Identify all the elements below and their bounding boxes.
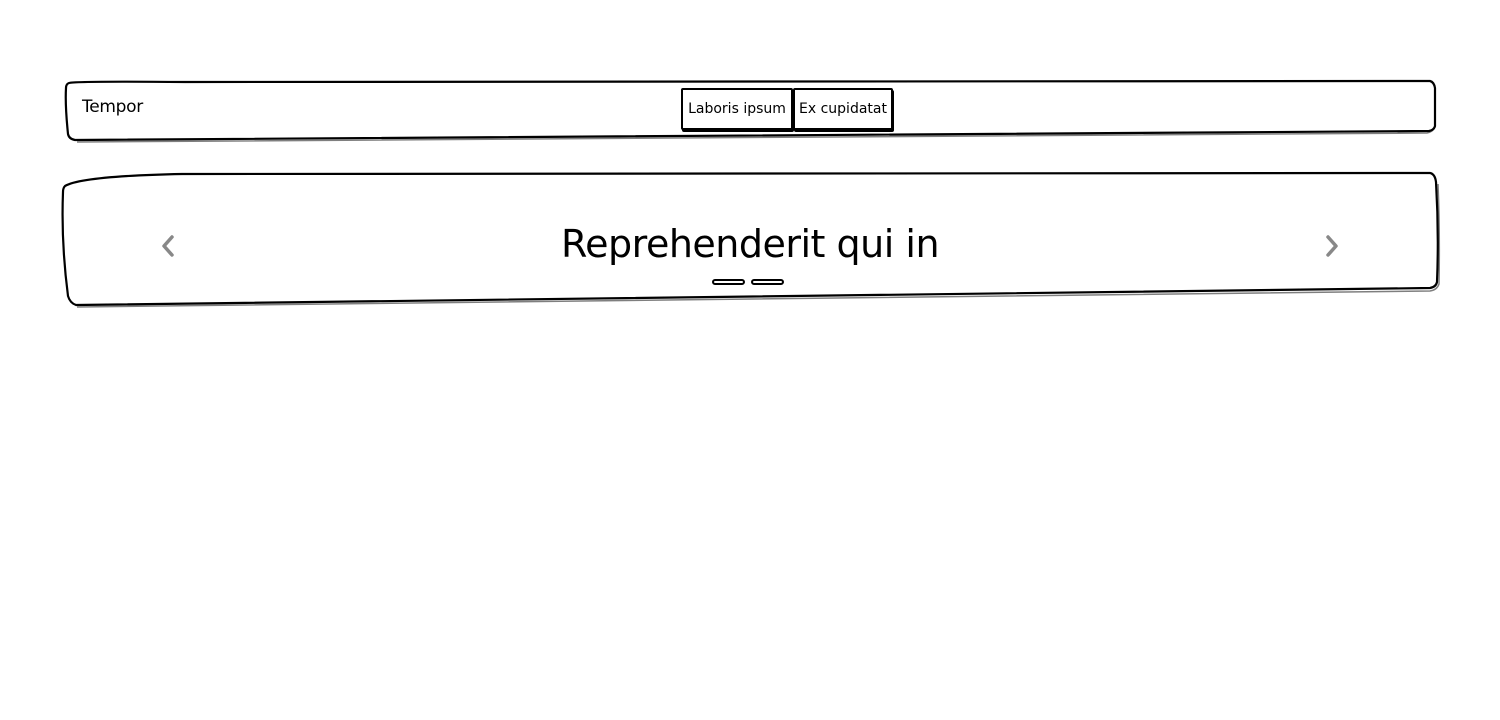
navbar-brand[interactable]: Tempor <box>82 97 143 117</box>
nav-button-ex-cupidatat[interactable]: Ex cupidatat <box>793 88 893 130</box>
carousel-indicator-1[interactable] <box>712 279 745 285</box>
carousel-indicator-2[interactable] <box>751 279 784 285</box>
carousel: Reprehenderit qui in <box>61 171 1441 308</box>
chevron-right-icon <box>1326 235 1338 257</box>
navbar: Tempor Laboris ipsum Ex cupidatat <box>64 79 1437 143</box>
carousel-indicators <box>712 279 788 289</box>
page: Tempor Laboris ipsum Ex cupidatat Repreh… <box>0 0 1500 720</box>
carousel-next-button[interactable] <box>1321 232 1343 260</box>
carousel-slide-title: Reprehenderit qui in <box>560 222 940 266</box>
nav-button-laboris-ipsum[interactable]: Laboris ipsum <box>681 88 793 130</box>
